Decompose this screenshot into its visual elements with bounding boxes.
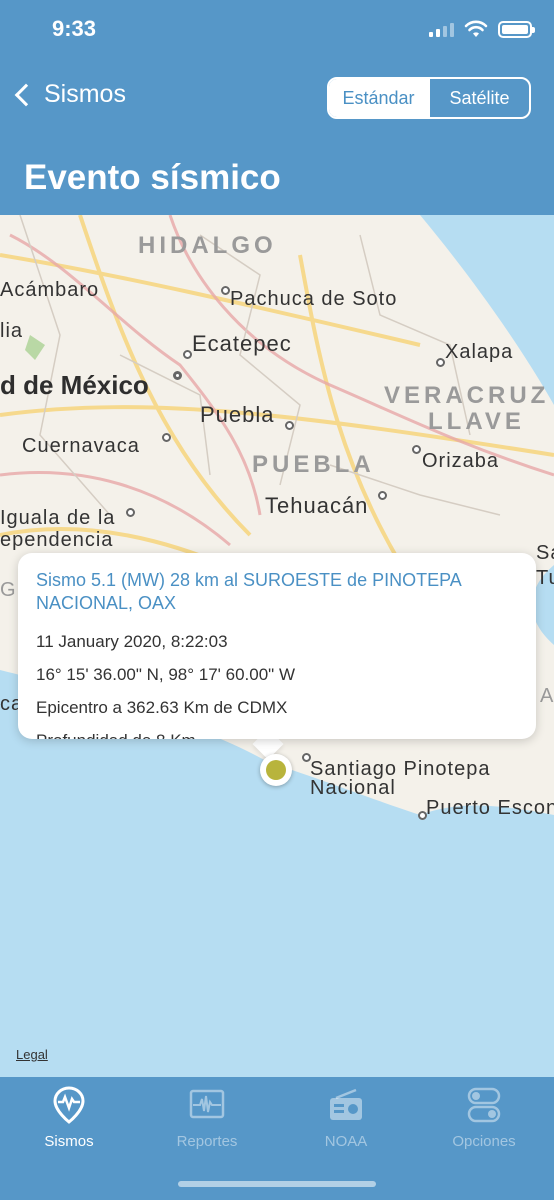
page-title: Evento sísmico — [24, 158, 281, 197]
city-label: Tu — [536, 567, 554, 589]
city-label: Sa — [536, 542, 554, 564]
city-marker — [412, 445, 421, 454]
tab-label: NOAA — [324, 1133, 368, 1150]
tab-reportes[interactable]: Reportes — [138, 1085, 276, 1150]
segment-satellite[interactable]: Satélite — [428, 79, 529, 117]
city-marker — [436, 358, 445, 367]
tab-opciones[interactable]: Opciones — [415, 1085, 553, 1150]
city-label: Pachuca de Soto — [230, 288, 398, 310]
event-coordinates: 16° 15' 36.00" N, 98° 17' 60.00" W — [36, 665, 295, 684]
city-label: ependencia — [0, 529, 114, 551]
event-depth: Profundidad de 8 Km — [36, 724, 518, 739]
city-label: Xalapa — [445, 341, 514, 363]
city-label: Orizaba — [422, 450, 500, 472]
earthquake-callout[interactable]: Sismo 5.1 (MW) 28 km al SUROESTE de PINO… — [18, 553, 536, 739]
map-region-label: LLAVE — [428, 408, 525, 435]
city-label-cdmx: d de México — [0, 370, 149, 400]
city-marker — [378, 491, 387, 500]
city-label: Ecatepec — [192, 331, 292, 356]
status-icons — [429, 20, 535, 38]
city-label: Cuernavaca — [22, 435, 140, 457]
city-marker — [162, 433, 171, 442]
map-type-segmented-control: Estándar Satélite — [327, 77, 531, 119]
city-label: Tehuacán — [265, 493, 369, 518]
segment-standard[interactable]: Estándar — [329, 79, 428, 117]
city-label: Acámbaro — [0, 279, 100, 301]
tab-label: Reportes — [176, 1133, 238, 1150]
chevron-left-icon — [14, 83, 38, 106]
city-label: lia — [0, 320, 24, 342]
status-time: 9:33 — [52, 16, 97, 41]
tab-sismos[interactable]: Sismos — [0, 1085, 138, 1150]
map-region-label: HIDALGO — [138, 232, 277, 259]
radio-icon — [330, 1088, 362, 1120]
tab-label: Sismos — [44, 1133, 94, 1150]
back-button[interactable]: Sismos — [12, 80, 126, 109]
event-date: 11 January 2020, 8:22:03 — [36, 632, 228, 651]
city-marker — [221, 286, 230, 295]
city-label: Nacional — [310, 777, 396, 799]
navigation-header: 9:33 Sismos Estándar Satélite Evento sís… — [0, 0, 554, 215]
earthquake-dot-icon — [266, 760, 286, 780]
home-indicator — [178, 1181, 376, 1187]
city-label: Iguala de la — [0, 507, 116, 529]
cellular-signal-icon — [429, 21, 454, 37]
toggles-icon — [467, 1087, 501, 1123]
tab-label: Opciones — [452, 1133, 516, 1150]
city-marker — [183, 350, 192, 359]
map-pin-icon — [53, 1086, 85, 1124]
city-label: Puerto Escon — [426, 797, 554, 819]
city-marker — [126, 508, 135, 517]
city-marker — [285, 421, 294, 430]
tab-noaa[interactable]: NOAA — [277, 1085, 415, 1150]
wifi-icon — [464, 20, 488, 37]
city-label: Puebla — [200, 402, 275, 427]
event-epicenter-distance: Epicentro a 362.63 Km de CDMX — [36, 698, 288, 717]
seismograph-icon — [189, 1089, 225, 1119]
earthquake-marker[interactable] — [260, 754, 292, 786]
callout-title[interactable]: Sismo 5.1 (MW) 28 km al SUROESTE de PINO… — [36, 569, 518, 615]
map-region-label: VERACRUZ — [384, 382, 550, 409]
back-button-label: Sismos — [44, 80, 126, 108]
map-region-label: PUEBLA — [252, 451, 375, 478]
city-label: A — [540, 685, 554, 707]
legal-link[interactable]: Legal — [16, 1047, 48, 1062]
battery-icon — [498, 20, 535, 38]
city-marker — [173, 371, 182, 380]
city-label: G — [0, 579, 17, 601]
status-bar: 9:33 — [0, 0, 554, 60]
